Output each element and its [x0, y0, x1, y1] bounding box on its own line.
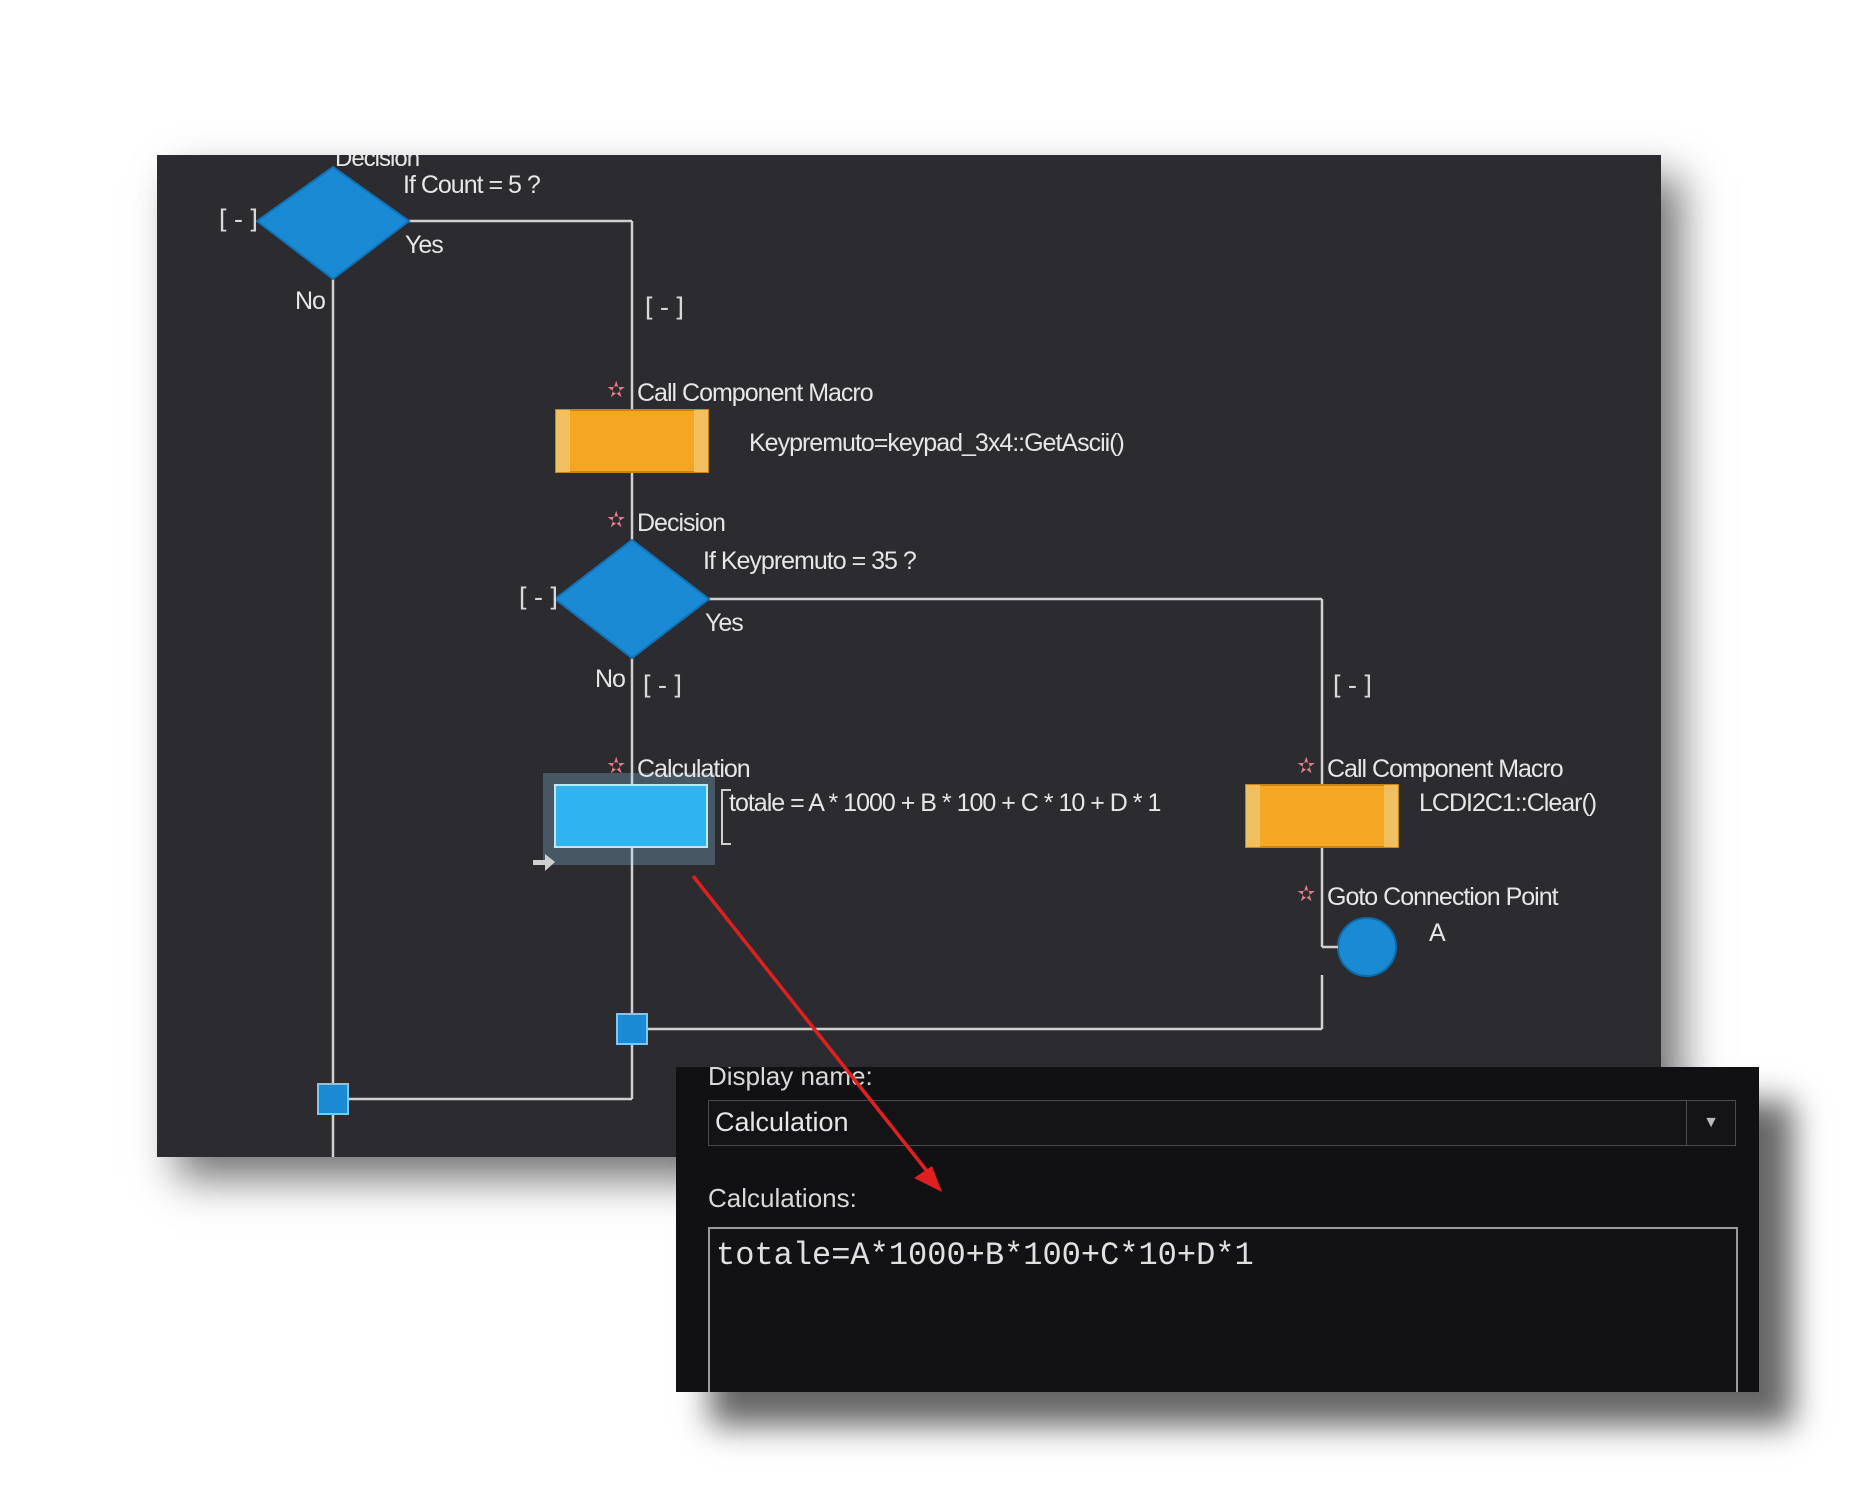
calculations-label: Calculations: [708, 1183, 857, 1213]
display-name-value[interactable]: Calculation [715, 1107, 849, 1138]
dropdown-arrow-icon[interactable]: ▼ [1686, 1101, 1735, 1145]
star-icon: ✫ [1297, 881, 1316, 906]
goto-point-label: A [1429, 919, 1446, 947]
decision1-collapse-toggle[interactable]: [-] [215, 205, 262, 235]
macro2-shape [1245, 784, 1399, 848]
star-icon: ✫ [607, 507, 626, 532]
calculations-value[interactable]: totale=A*1000+B*100+C*10+D*1 [716, 1237, 1254, 1274]
decision2-shape [553, 538, 711, 660]
flowchart-lines [255, 165, 1399, 1157]
macro2-detail: LCDI2C1::Clear() [1419, 789, 1597, 817]
junction-node [616, 1013, 648, 1045]
properties-panel: Display name: Calculation ▼ Calculations… [676, 1067, 1759, 1392]
decision1-yes-label: Yes [405, 231, 444, 259]
decision2-collapse-toggle[interactable]: [-] [515, 583, 562, 613]
display-name-label: Display name: [708, 1067, 873, 1091]
decision2-yes-branch-toggle[interactable]: [-] [1329, 671, 1376, 701]
macro1-shape [555, 409, 709, 473]
macro1-detail: Keypremuto=keypad_3x4::GetAscii() [749, 429, 1125, 457]
flowchart-canvas[interactable]: Decision If Count = 5 ? Yes No [-] [-] ✫… [157, 155, 1661, 1157]
display-name-combo[interactable]: Calculation ▼ [708, 1100, 1736, 1146]
decision1-shape [255, 165, 411, 281]
star-icon: ✫ [607, 753, 626, 778]
macro1-title: Call Component Macro [637, 379, 874, 407]
calculation-detail: totale = A * 1000 + B * 100 + C * 10 + D… [729, 789, 1161, 817]
decision1-condition: If Count = 5 ? [403, 171, 541, 199]
calculation-title: Calculation [637, 755, 751, 783]
calculations-textarea[interactable]: totale=A*1000+B*100+C*10+D*1 [708, 1227, 1738, 1392]
star-icon: ✫ [1297, 753, 1316, 778]
decision2-condition: If Keypremuto = 35 ? [703, 547, 917, 575]
decision1-no-label: No [295, 287, 326, 315]
star-icon: ✫ [607, 377, 626, 402]
goto-title: Goto Connection Point [1327, 883, 1559, 911]
decision2-yes-label: Yes [705, 609, 744, 637]
decision1-yes-branch-toggle[interactable]: [-] [641, 293, 688, 323]
calculation-shape [554, 784, 708, 848]
decision2-no-label: No [595, 665, 626, 693]
decision2-no-branch-toggle[interactable]: [-] [639, 671, 686, 701]
macro2-title: Call Component Macro [1327, 755, 1564, 783]
connection-point-icon [1337, 917, 1397, 977]
decision2-title: Decision [637, 509, 726, 537]
junction-node [317, 1083, 349, 1115]
